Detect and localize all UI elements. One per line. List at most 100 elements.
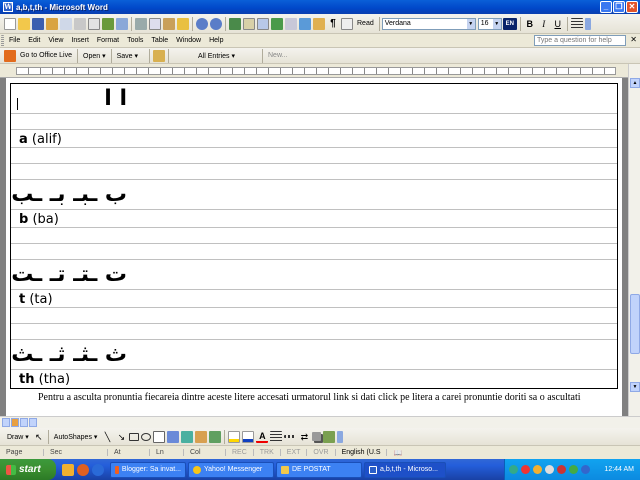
- table-row[interactable]: [11, 164, 617, 180]
- messenger-icon[interactable]: [62, 463, 74, 476]
- messenger-tray-icon[interactable]: [533, 465, 542, 474]
- insert-table-icon[interactable]: [257, 17, 269, 30]
- new-document-icon[interactable]: [4, 17, 16, 30]
- security-icon[interactable]: [557, 465, 566, 474]
- hyperlink-icon[interactable]: [229, 17, 241, 30]
- line-icon[interactable]: ╲: [101, 431, 113, 443]
- toolbar-options-icon[interactable]: [584, 17, 591, 30]
- dash-style-icon[interactable]: [284, 435, 297, 438]
- go-to-office-live-button[interactable]: Go to Office Live: [17, 52, 75, 59]
- start-button[interactable]: start: [0, 459, 56, 480]
- font-select[interactable]: Verdana ▼: [381, 17, 476, 30]
- cut-icon[interactable]: [135, 17, 147, 30]
- spelling-icon[interactable]: [102, 17, 114, 30]
- firefox-icon[interactable]: [77, 463, 89, 476]
- clock[interactable]: 12:44 AM: [604, 466, 634, 473]
- picture-icon[interactable]: [209, 430, 222, 443]
- autotext-icon[interactable]: [153, 49, 166, 62]
- underline-button[interactable]: U: [552, 18, 564, 30]
- task-de-postat[interactable]: DE POSTAT: [276, 461, 362, 478]
- arrow-style-icon[interactable]: ⇄: [298, 431, 310, 443]
- line-style-icon[interactable]: [270, 430, 283, 443]
- print-layout-icon[interactable]: [20, 418, 28, 427]
- arrow-icon[interactable]: ↘: [115, 431, 127, 443]
- network-icon[interactable]: [509, 465, 518, 474]
- scroll-down-icon[interactable]: ▼: [630, 382, 640, 392]
- toolbar-options-icon[interactable]: [337, 430, 344, 443]
- table-row[interactable]: ا ا: [11, 84, 617, 114]
- status-rec[interactable]: REC: [226, 449, 254, 456]
- internet-explorer-icon[interactable]: [92, 463, 104, 476]
- language-button[interactable]: EN: [502, 17, 517, 30]
- spelling-status-icon[interactable]: 📖: [387, 449, 408, 457]
- horizontal-ruler[interactable]: [0, 64, 640, 78]
- minimize-button[interactable]: _: [600, 1, 612, 13]
- table-row[interactable]: [11, 324, 617, 340]
- horizontal-scrollbar[interactable]: [0, 416, 640, 428]
- font-color-icon[interactable]: A: [256, 431, 269, 443]
- all-entries-dropdown[interactable]: All Entries ▾: [195, 52, 238, 60]
- rectangle-icon[interactable]: [129, 432, 140, 441]
- normal-view-icon[interactable]: [2, 418, 10, 427]
- open-dropdown-button[interactable]: Open ▾: [80, 52, 109, 60]
- open-icon[interactable]: [18, 17, 30, 30]
- task-yahoo-messenger[interactable]: Yahoo! Messenger: [188, 461, 274, 478]
- autoshapes-menu-button[interactable]: AutoShapes ▾: [51, 433, 101, 441]
- menu-insert[interactable]: Insert: [67, 37, 93, 44]
- document-map-icon[interactable]: [313, 17, 325, 30]
- status-ovr[interactable]: OVR: [307, 449, 336, 456]
- insert-excel-icon[interactable]: [271, 17, 283, 30]
- save-icon[interactable]: [32, 17, 44, 30]
- menu-tools[interactable]: Tools: [123, 37, 147, 44]
- copy-icon[interactable]: [149, 17, 161, 30]
- table-row[interactable]: [11, 244, 617, 260]
- table-row[interactable]: th (tha): [11, 370, 617, 388]
- menu-table[interactable]: Table: [147, 37, 172, 44]
- shield-icon[interactable]: [581, 465, 590, 474]
- menu-view[interactable]: View: [44, 37, 67, 44]
- menu-format[interactable]: Format: [93, 37, 123, 44]
- paste-icon[interactable]: [163, 17, 175, 30]
- redo-icon[interactable]: [210, 17, 222, 30]
- draw-menu-button[interactable]: Draw ▾: [4, 433, 32, 441]
- table-row[interactable]: a (alif): [11, 130, 617, 148]
- undo-icon[interactable]: [196, 17, 208, 30]
- line-color-icon[interactable]: [242, 430, 255, 443]
- close-button[interactable]: ✕: [626, 1, 638, 13]
- outline-view-icon[interactable]: [29, 418, 37, 427]
- table-row[interactable]: [11, 148, 617, 164]
- help-search-input[interactable]: Type a question for help: [534, 35, 626, 46]
- instruction-paragraph[interactable]: Pentru a asculta pronuntia fiecareia din…: [16, 392, 616, 403]
- text-box-icon[interactable]: [153, 430, 166, 443]
- table-row[interactable]: t (ta): [11, 290, 617, 308]
- print-icon[interactable]: [74, 17, 86, 30]
- email-icon[interactable]: [60, 17, 72, 30]
- oval-icon[interactable]: [141, 432, 152, 441]
- align-left-icon[interactable]: [570, 17, 583, 30]
- document-page[interactable]: ا ا a (alif) ب ـبـ بـ ـب b (ba) ت ـتـ تـ…: [6, 78, 622, 416]
- menu-help[interactable]: Help: [205, 37, 227, 44]
- select-objects-icon[interactable]: ↖: [33, 431, 45, 443]
- web-layout-icon[interactable]: [11, 418, 19, 427]
- restore-button[interactable]: ❐: [613, 1, 625, 13]
- table-row[interactable]: ب ـبـ بـ ـب: [11, 180, 617, 210]
- shadow-style-icon[interactable]: [312, 432, 322, 441]
- antivirus-icon[interactable]: [521, 465, 530, 474]
- update-icon[interactable]: [569, 465, 578, 474]
- permission-icon[interactable]: [46, 17, 58, 30]
- task-blogger[interactable]: Blogger: Sa invat...: [110, 461, 186, 478]
- vertical-scrollbar[interactable]: ▲ ▼: [628, 64, 640, 416]
- scroll-up-icon[interactable]: ▲: [630, 78, 640, 88]
- zoom-icon[interactable]: [341, 17, 353, 30]
- diagram-icon[interactable]: [181, 430, 194, 443]
- menu-edit[interactable]: Edit: [24, 37, 44, 44]
- print-preview-icon[interactable]: [88, 17, 100, 30]
- table-row[interactable]: [11, 228, 617, 244]
- volume-icon[interactable]: [545, 465, 554, 474]
- tables-borders-icon[interactable]: [243, 17, 255, 30]
- clip-art-icon[interactable]: [195, 430, 208, 443]
- menu-file[interactable]: File: [5, 37, 24, 44]
- wordart-icon[interactable]: [167, 430, 180, 443]
- table-row[interactable]: b (ba): [11, 210, 617, 228]
- format-painter-icon[interactable]: [177, 17, 189, 30]
